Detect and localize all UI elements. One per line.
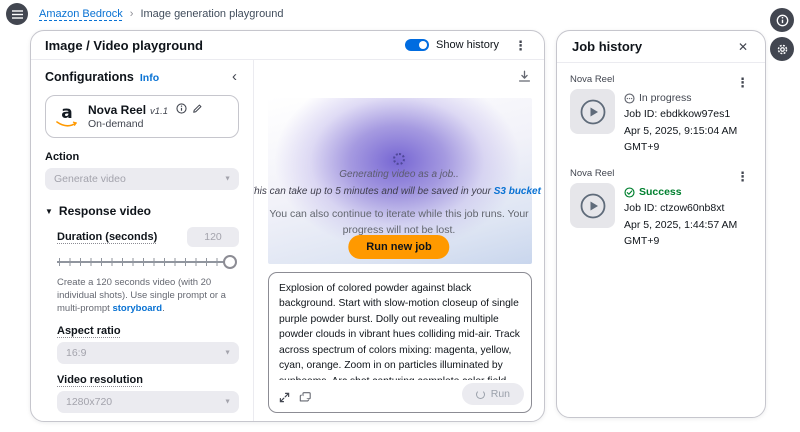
job-history-item: Nova Reel ⋮ In progress Job ID: ebdkkow9… bbox=[570, 74, 752, 155]
video-resolution-label: Video resolution bbox=[57, 374, 239, 386]
collapse-panel-icon[interactable]: ‹ bbox=[230, 69, 239, 84]
in-progress-icon bbox=[624, 93, 635, 104]
job-date: Apr 5, 2025, 1:44:57 AM GMT+9 bbox=[624, 217, 752, 250]
model-throughput: On-demand bbox=[88, 118, 228, 130]
aspect-ratio-label: Aspect ratio bbox=[57, 325, 239, 337]
caret-down-icon: ▼ bbox=[224, 176, 231, 183]
help-info-button[interactable] bbox=[770, 8, 794, 32]
configurations-title: Configurations bbox=[45, 70, 134, 84]
action-select: Generate video ▼ bbox=[45, 168, 239, 190]
caret-down-icon: ▼ bbox=[224, 399, 231, 406]
hamburger-menu-button[interactable] bbox=[6, 3, 28, 25]
model-version: v1.1 bbox=[150, 106, 168, 117]
job-history-panel: Job history ✕ Nova Reel ⋮ In progress Jo… bbox=[556, 30, 766, 418]
copy-icon bbox=[299, 391, 312, 403]
response-video-title: Response video bbox=[59, 204, 151, 218]
model-selector-card[interactable]: a Nova Reel v1.1 On-demand bbox=[45, 95, 239, 138]
s3-bucket-link[interactable]: S3 bucket bbox=[494, 186, 541, 197]
duration-value-field: 120 bbox=[187, 227, 239, 247]
prompt-input[interactable]: Explosion of colored powder against blac… bbox=[279, 281, 521, 380]
job-date: Apr 5, 2025, 9:15:04 AM GMT+9 bbox=[624, 123, 752, 156]
action-label: Action bbox=[45, 151, 239, 163]
slider-handle[interactable] bbox=[223, 255, 237, 269]
toggle-switch[interactable] bbox=[405, 39, 429, 51]
play-icon bbox=[580, 193, 606, 219]
expand-prompt-button[interactable] bbox=[279, 392, 290, 403]
gear-icon bbox=[776, 43, 789, 56]
model-edit-icon[interactable] bbox=[192, 103, 203, 114]
storyboard-link[interactable]: storyboard bbox=[112, 303, 162, 314]
show-history-toggle[interactable]: Show history bbox=[405, 39, 499, 51]
caret-down-icon: ▼ bbox=[224, 350, 231, 357]
job-id: Job ID: ctzow60nb8xt bbox=[624, 200, 752, 216]
download-button[interactable] bbox=[518, 70, 531, 83]
info-icon bbox=[776, 14, 789, 27]
duration-label: Duration (seconds) bbox=[57, 231, 157, 243]
iterate-note-text: You can also continue to iterate while t… bbox=[254, 206, 544, 239]
job-model-name: Nova Reel bbox=[570, 168, 752, 179]
video-resolution-select: 1280x720 ▼ bbox=[57, 391, 239, 413]
job-menu-button[interactable]: ⋮ bbox=[733, 74, 752, 91]
job-menu-button[interactable]: ⋮ bbox=[733, 168, 752, 185]
expand-icon bbox=[279, 392, 290, 403]
playground-panel: Image / Video playground Show history ⋮ … bbox=[30, 30, 545, 422]
run-button[interactable]: Run bbox=[462, 383, 524, 405]
amazon-logo: a bbox=[56, 105, 78, 128]
configurations-panel: Configurations Info ‹ a Nova Reel v1.1 bbox=[31, 60, 254, 421]
job-video-thumbnail[interactable] bbox=[570, 183, 615, 228]
breadcrumb-amazon-bedrock[interactable]: Amazon Bedrock bbox=[39, 8, 123, 20]
copy-prompt-button[interactable] bbox=[299, 391, 312, 403]
breadcrumb-separator: › bbox=[130, 8, 134, 20]
job-status: Success bbox=[639, 184, 682, 200]
model-info-icon[interactable] bbox=[176, 103, 187, 114]
aspect-ratio-select: 16:9 ▼ bbox=[57, 342, 239, 364]
play-icon bbox=[580, 99, 606, 125]
model-name: Nova Reel bbox=[88, 103, 146, 117]
download-icon bbox=[518, 70, 531, 83]
duration-help-text: Create a 120 seconds video (with 20 indi… bbox=[57, 276, 239, 315]
duration-slider[interactable] bbox=[57, 254, 237, 270]
playground-menu-button[interactable]: ⋮ bbox=[511, 37, 530, 54]
show-history-label: Show history bbox=[436, 39, 499, 51]
breadcrumb: Amazon Bedrock › Image generation playgr… bbox=[39, 8, 284, 20]
prompt-container: Explosion of colored powder against blac… bbox=[268, 272, 532, 413]
job-model-name: Nova Reel bbox=[570, 74, 752, 85]
success-icon bbox=[624, 187, 635, 198]
job-status: In progress bbox=[639, 90, 692, 106]
page-title: Image / Video playground bbox=[45, 38, 203, 53]
preview-area: Generating video as a job.. This can tak… bbox=[254, 60, 544, 421]
hamburger-icon bbox=[12, 10, 23, 19]
job-id: Job ID: ebdkkow97es1 bbox=[624, 106, 752, 122]
run-new-job-button[interactable]: Run new job bbox=[348, 235, 449, 259]
response-video-section-toggle[interactable]: ▼ Response video bbox=[45, 204, 239, 218]
generating-detail-text: This can take up to 5 minutes and will b… bbox=[254, 186, 544, 197]
job-history-item: Nova Reel ⋮ Success Job ID: ctzow60nb8xt… bbox=[570, 168, 752, 249]
top-navigation: Amazon Bedrock › Image generation playgr… bbox=[0, 0, 800, 28]
settings-button[interactable] bbox=[770, 37, 794, 61]
generating-status-text: Generating video as a job.. bbox=[254, 169, 544, 180]
job-history-title: Job history bbox=[572, 39, 642, 54]
job-video-thumbnail[interactable] bbox=[570, 89, 615, 134]
breadcrumb-current-page: Image generation playground bbox=[140, 8, 283, 20]
generating-spinner-icon bbox=[393, 153, 405, 165]
run-spinner-icon bbox=[476, 390, 485, 399]
close-icon[interactable]: ✕ bbox=[736, 38, 750, 56]
playground-header: Image / Video playground Show history ⋮ bbox=[31, 31, 544, 60]
section-expand-icon: ▼ bbox=[45, 207, 53, 216]
configurations-info-link[interactable]: Info bbox=[140, 72, 159, 84]
